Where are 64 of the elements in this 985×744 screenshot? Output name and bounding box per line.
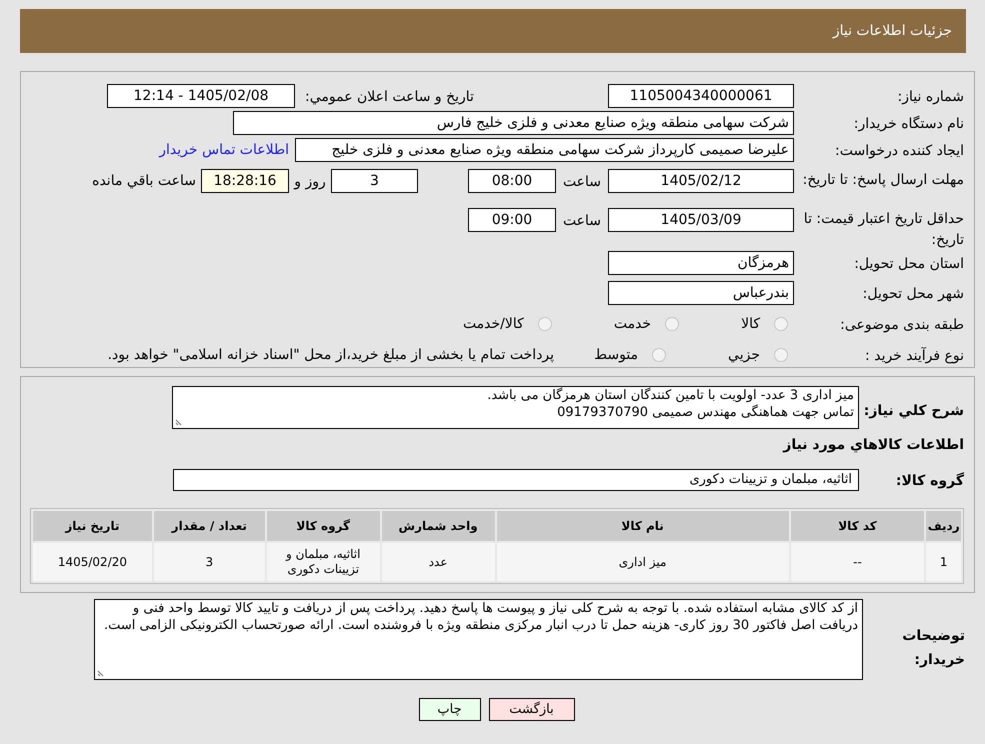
field-label: ایجاد کننده درخواست: [835, 143, 964, 159]
field-label: حداقل تاریخ اعتبار قیمت: تا تاریخ: [804, 211, 964, 248]
page-title: جزئیات اطلاعات نیاز [832, 22, 952, 40]
print-button[interactable]: چاپ [418, 698, 480, 721]
field-label: شماره نیاز: [898, 89, 964, 105]
radio-button[interactable] [665, 317, 680, 331]
field-label: شهر محل تحویل: [862, 286, 964, 302]
column-header: گروه کالا [266, 511, 380, 541]
field-label: طبقه بندی موضوعی: [840, 317, 964, 333]
radio-label: کالا/خدمت [462, 314, 524, 334]
column-header: واحد شمارش [382, 511, 495, 541]
input-field[interactable]: 1405/03/09 [608, 208, 794, 232]
days-label: روز و [294, 174, 326, 190]
field-label: نام دستگاه خریدار: [854, 116, 964, 132]
buyer-notes-textarea[interactable]: از کد کالای مشابه استفاده شده. با توجه به شرح کلی نیاز و پیوست ها پاسخ دهید. پرداخت پس از دریافت و تایید کالا توسط واحد فنی و دریافت اصل فاکتور 30 روز کاری- هزینه حمل تا درب انبار مرکزی منطقه ویژه با فروشنده است. ارائه صورتحساب الکترونیکی الزامی است. [94, 599, 863, 680]
field-label: شرح کلي نیاز: [864, 403, 964, 419]
input-field[interactable]: هرمزگان [608, 251, 794, 275]
input-field[interactable]: 1405/02/12 [608, 169, 794, 193]
table-cell: میز اداری [496, 543, 789, 581]
input-field[interactable]: 3 [331, 169, 418, 193]
goods-group-field[interactable]: اثاثیه، مبلمان و تزیینات دکوری [173, 469, 859, 491]
field-label: گروه کالا: [896, 473, 964, 489]
field-label: مهلت ارسال پاسخ: تا تاریخ: [802, 172, 964, 188]
radio-label: متوسط [594, 346, 638, 364]
input-field[interactable]: بندرعباس [608, 281, 794, 305]
radio-button[interactable] [774, 317, 788, 331]
radio-label: کالا [741, 314, 760, 334]
field-label: نوع فرآیند خرید : [865, 348, 964, 364]
input-field[interactable]: 08:00 [468, 169, 556, 193]
input-field[interactable]: علیرضا صمیمی کارپرداز شرکت سهامی منطقه ویژه صنایع معدنی و فلزی خلیج [295, 138, 794, 162]
table-cell: 1 [926, 543, 961, 581]
column-header: تعداد / مقدار [154, 511, 265, 541]
field-label: استان محل تحویل: [854, 256, 964, 272]
field-label: توضیحات خریدار: [902, 628, 965, 668]
resize-grip-icon[interactable] [97, 669, 105, 677]
radio-label: جزيي [728, 346, 760, 364]
column-header: کد کالا [790, 511, 924, 541]
input-field[interactable]: 1105004340000061 [608, 84, 794, 108]
radio-button[interactable] [652, 348, 666, 362]
radio-button[interactable] [774, 348, 788, 362]
table-cell: اثاثیه، مبلمان و تزیینات دکوری [266, 543, 380, 581]
table-cell: 3 [154, 543, 265, 581]
buyer-contact-link[interactable]: اطلاعات تماس خریدار [159, 140, 289, 160]
column-header: نام کالا [496, 511, 789, 541]
table-cell: 1405/02/20 [33, 543, 152, 581]
time-label: ساعت [562, 174, 602, 190]
remaining-label: ساعت باقي مانده [92, 172, 196, 191]
description-textarea[interactable]: میز اداری 3 عدد- اولویت با تامین کنندگان استان هرمزگان می باشد. تماس جهت هماهنگی مهندس صمیمی 09179370790 [172, 386, 859, 429]
back-button[interactable]: بازگشت [488, 698, 574, 721]
input-field[interactable]: شرکت سهامی منطقه ویژه صنایع معدنی و فلزی خلیج فارس [233, 111, 794, 135]
resize-grip-icon[interactable] [175, 418, 183, 426]
input-field[interactable]: 1405/02/08 - 12:14 [107, 84, 295, 108]
column-header: تاریخ نیاز [33, 511, 152, 541]
countdown-field[interactable]: 18:28:16 [201, 169, 289, 193]
field-label: تاریخ و ساعت اعلان عمومي: [305, 89, 474, 105]
payment-note: پرداخت تمام یا بخشی از مبلغ خرید،از محل "اسناد خزانه اسلامی" خواهد بود. [108, 346, 554, 364]
time-label: ساعت [562, 213, 602, 229]
input-field[interactable]: 09:00 [468, 208, 556, 232]
table-cell: عدد [382, 543, 495, 581]
column-header: ردیف [926, 511, 961, 541]
radio-label: خدمت [614, 314, 652, 334]
section-title: اطلاعات کالاهاي مورد نیاز [783, 437, 964, 453]
table-cell: -- [790, 543, 924, 581]
radio-button[interactable] [538, 317, 552, 331]
